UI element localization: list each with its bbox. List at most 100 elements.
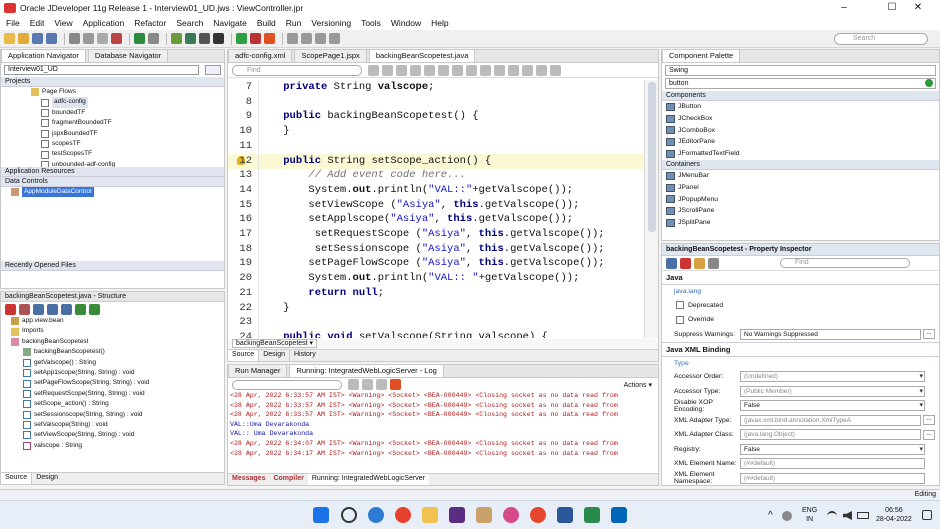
edge-icon[interactable] [368, 507, 384, 523]
tree-item-adfc-config[interactable]: adfc-config [31, 97, 224, 108]
deploy-icon[interactable] [185, 33, 196, 44]
structure-item-class[interactable]: backingBeanScopetest [11, 337, 224, 347]
app-icon[interactable] [503, 507, 519, 523]
menu-run[interactable]: Run [286, 18, 302, 28]
browse-button[interactable]: ... [923, 329, 935, 340]
menu-tools[interactable]: Tools [361, 18, 381, 28]
menu-window[interactable]: Window [391, 18, 421, 28]
bookmark-icon[interactable] [452, 64, 463, 76]
refresh-icon[interactable] [666, 257, 677, 269]
tab-design[interactable]: Design [32, 473, 62, 484]
palette-jcombobox[interactable]: JComboBox [662, 125, 939, 137]
accessor-type-select[interactable]: (Public Member) ▾ [740, 385, 925, 397]
outdent-icon[interactable] [494, 64, 505, 76]
layout-icon[interactable] [287, 33, 298, 44]
menu-search[interactable]: Search [176, 18, 203, 28]
toggle-icon[interactable] [466, 64, 477, 76]
teams-icon[interactable] [584, 507, 600, 523]
palette-jpopupmenu[interactable]: JPopupMenu [662, 194, 939, 206]
stop-icon[interactable] [390, 379, 401, 390]
application-select[interactable]: Interview01_UD [4, 65, 200, 75]
tree-item-testscopestf[interactable]: testScopesTF [31, 149, 224, 159]
delete-icon[interactable] [111, 33, 122, 44]
accessor-order-select[interactable]: (Undefined) ▾ [740, 371, 925, 383]
menu-application[interactable]: Application [83, 18, 125, 28]
tree-item-scopestf[interactable]: scopesTF [31, 139, 224, 149]
editor-scrollbar[interactable] [644, 80, 658, 338]
cut-icon[interactable] [69, 33, 80, 44]
tray-app-icon[interactable] [782, 511, 792, 521]
code-area[interactable]: 7 8 9 10 11 12 13 14 15 16 17 18 19 20 21 22 23 24 privat… [228, 80, 644, 338]
palette-jeditorpane[interactable]: JEditorPane [662, 136, 939, 148]
save-icon[interactable] [32, 33, 43, 44]
projects-header[interactable]: Projects [1, 77, 224, 87]
xml-adapter-type-field[interactable]: (javax.xml.bind.annotation.XmlTypeA [740, 414, 921, 426]
structure-item-method[interactable]: setScope_action() : String [11, 399, 224, 409]
scroll-thumb[interactable] [647, 82, 656, 232]
deprecated-checkbox[interactable] [676, 301, 684, 310]
menu-build[interactable]: Build [257, 18, 276, 28]
structure-item-field[interactable]: valscope : String [11, 441, 224, 451]
file-explorer-icon[interactable] [422, 507, 438, 523]
override-checkbox[interactable] [676, 315, 684, 324]
xml-element-namespace-field[interactable]: (##default) [740, 472, 925, 484]
clear-icon[interactable] [376, 379, 387, 390]
notifications-icon[interactable] [922, 510, 932, 520]
tab-scopepage1[interactable]: ScopePage1.jspx [294, 49, 367, 62]
stop-icon[interactable] [264, 33, 275, 44]
pin-icon[interactable] [680, 257, 691, 269]
registry-select[interactable]: False ▾ [740, 443, 925, 455]
format-icon[interactable] [550, 64, 561, 76]
find-input[interactable]: Find [232, 64, 362, 76]
tab-source[interactable]: Source [228, 350, 260, 361]
copy-icon[interactable] [83, 33, 94, 44]
structure-item-package[interactable]: app.view.bean [11, 316, 224, 326]
open-icon[interactable] [18, 33, 29, 44]
tab-running-server[interactable]: Running: IntegratedWebLogicServer [307, 474, 429, 485]
disable-xop-select[interactable]: False ▾ [740, 400, 925, 412]
back-icon[interactable] [410, 64, 421, 76]
pin-icon[interactable] [5, 303, 16, 315]
build-icon[interactable] [171, 33, 182, 44]
search-icon[interactable] [341, 507, 357, 523]
uncomment-icon[interactable] [522, 64, 533, 76]
battery-icon[interactable] [857, 512, 869, 519]
slack-icon[interactable] [449, 507, 465, 523]
chrome-profile-icon[interactable] [530, 507, 546, 523]
back-icon[interactable] [134, 33, 145, 44]
menu-file[interactable]: File [6, 18, 20, 28]
menu-help[interactable]: Help [431, 18, 448, 28]
global-search-input[interactable]: Search [834, 33, 928, 45]
filter-icon[interactable] [19, 303, 30, 315]
forward-icon[interactable] [424, 64, 435, 76]
debug-icon[interactable] [250, 33, 261, 44]
browse-button[interactable]: ... [923, 415, 935, 426]
show-public-icon[interactable] [89, 303, 100, 315]
structure-item-method[interactable]: setViewScope(String, String) : void [11, 430, 224, 440]
structure-item-method[interactable]: setValscope(String) : void [11, 420, 224, 430]
menu-refactor[interactable]: Refactor [134, 18, 166, 28]
java-section-header[interactable]: Java [662, 271, 939, 285]
go-icon[interactable] [925, 79, 933, 87]
word-icon[interactable] [557, 507, 573, 523]
layout-icon-3[interactable] [315, 33, 326, 44]
show-methods-icon[interactable] [61, 303, 72, 315]
inspector-find-input[interactable]: Find [780, 258, 910, 268]
tab-running-log[interactable]: Running: IntegratedWebLogicServer - Log [289, 364, 444, 377]
split-icon[interactable] [536, 64, 547, 76]
browse-button[interactable]: ... [923, 429, 935, 440]
tree-item-unbounded-adf-config[interactable]: unbounded-adf-config [31, 160, 224, 167]
palette-search-input[interactable]: button [665, 78, 936, 89]
tab-history[interactable]: History [290, 350, 320, 361]
volume-icon[interactable] [843, 511, 852, 520]
xml-adapter-class-field[interactable]: (java.lang.Object) [740, 429, 921, 441]
structure-item-method[interactable]: getValscope() : String [11, 358, 224, 368]
history-icon[interactable] [438, 64, 449, 76]
components-group[interactable]: Components [662, 91, 939, 101]
media-icon[interactable] [611, 507, 627, 523]
tab-run-manager[interactable]: Run Manager [228, 364, 288, 377]
app-menu-icon[interactable] [205, 65, 221, 75]
palette-jbutton[interactable]: JButton [662, 101, 939, 113]
application-resources-header[interactable]: Application Resources [1, 167, 224, 177]
xml-element-name-field[interactable]: (##default) [740, 458, 925, 470]
